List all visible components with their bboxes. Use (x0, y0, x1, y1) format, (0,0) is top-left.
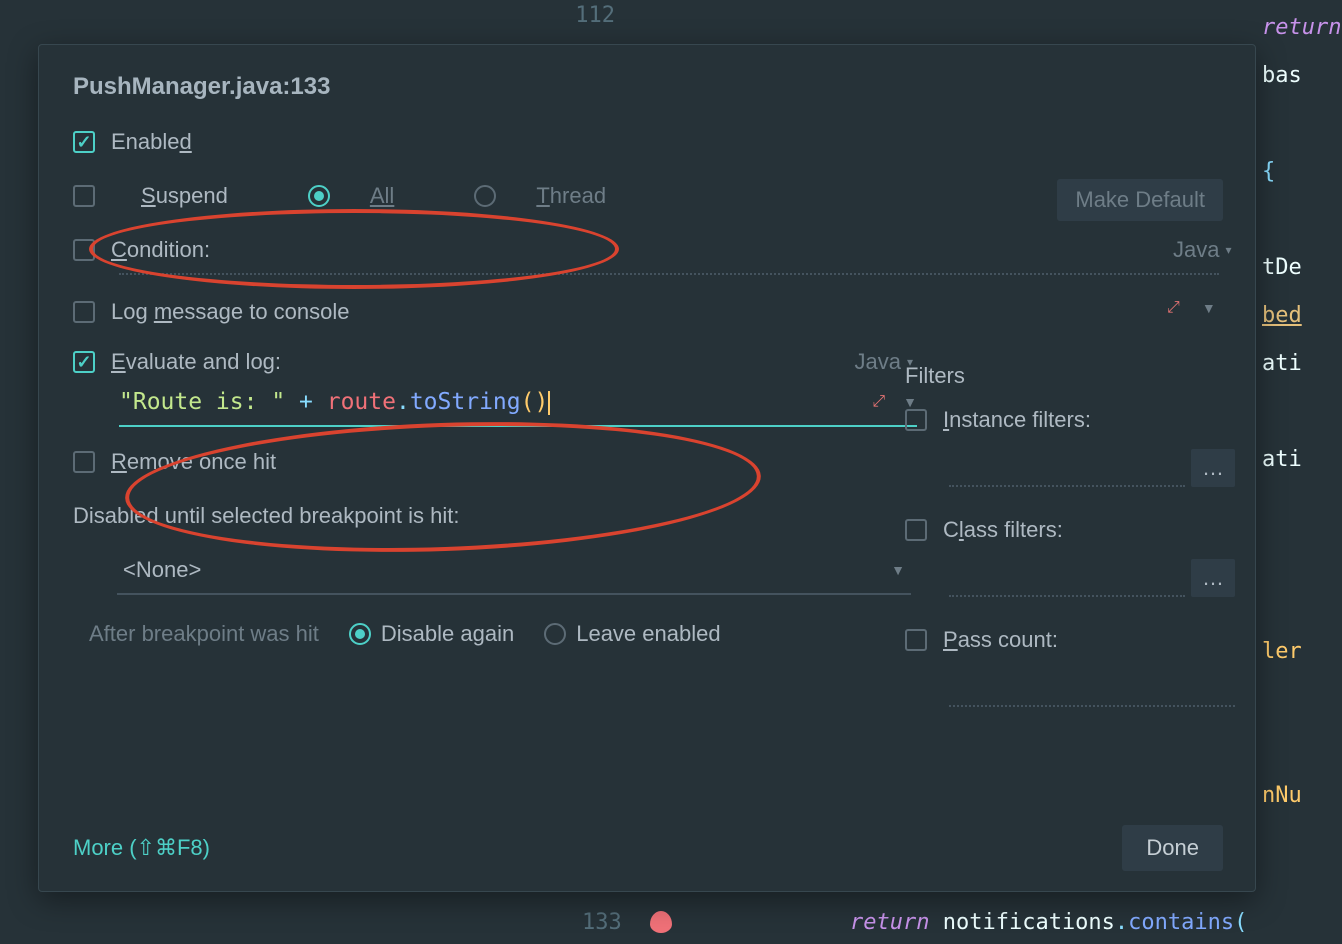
code-brace: { (1262, 159, 1275, 184)
instance-filters-checkbox[interactable] (905, 409, 927, 431)
suspend-label: Suspend (141, 183, 228, 209)
suspend-all-label: All (370, 183, 394, 209)
line-number: 112 (555, 0, 615, 32)
remove-once-hit-label: Remove once hit (111, 449, 276, 475)
instance-filters-label: Instance filters: (943, 407, 1091, 433)
log-message-label: Log message to console (111, 299, 350, 325)
code-type: nNu (1262, 783, 1302, 808)
filters-heading: Filters (905, 363, 1235, 389)
code-line: return notifications.contains( (850, 910, 1247, 935)
code-fn: contains (1128, 910, 1234, 935)
evaluate-log-checkbox[interactable] (73, 351, 95, 373)
disabled-until-select[interactable]: <None> ▼ (117, 547, 911, 595)
class-filters-input[interactable] (949, 557, 1185, 597)
suspend-all-radio[interactable] (308, 185, 330, 207)
evaluate-log-label: Evaluate and log: (111, 349, 281, 375)
code-link: bed (1262, 303, 1302, 328)
code-ident: notifications (943, 910, 1115, 935)
code-ident: tDe (1262, 255, 1302, 280)
instance-filters-browse-button[interactable]: … (1191, 449, 1235, 487)
code-keyword: return (1262, 15, 1341, 40)
condition-lang-selector[interactable]: Java▾ (1173, 237, 1232, 263)
enabled-checkbox[interactable] (73, 131, 95, 153)
breakpoint-icon[interactable] (650, 911, 672, 933)
dialog-title: PushManager.java:133 (73, 73, 1223, 101)
code-ident: ati (1262, 447, 1302, 472)
pass-count-input[interactable] (949, 667, 1235, 707)
disabled-until-value: <None> (123, 557, 201, 583)
pass-count-checkbox[interactable] (905, 629, 927, 651)
pass-count-label: Pass count: (943, 627, 1058, 653)
code-ident: ati (1262, 351, 1302, 376)
make-default-button[interactable]: Make Default (1057, 179, 1223, 221)
remove-once-hit-checkbox[interactable] (73, 451, 95, 473)
suspend-thread-label: Thread (536, 183, 606, 209)
evaluate-expression-input[interactable]: "Route is: " + route.toString() ⤢ ▼ (119, 383, 917, 427)
done-button[interactable]: Done (1122, 825, 1223, 871)
instance-filters-input[interactable] (949, 447, 1185, 487)
class-filters-browse-button[interactable]: … (1191, 559, 1235, 597)
more-link[interactable]: More (⇧⌘F8) (73, 835, 210, 861)
breakpoint-properties-dialog: PushManager.java:133 Enabled Suspend All… (38, 44, 1256, 892)
editor-bottom-line: 133 return notifications.contains( (0, 900, 1342, 944)
disable-again-radio[interactable] (349, 623, 371, 645)
class-filters-checkbox[interactable] (905, 519, 927, 541)
dropdown-icon: ▼ (891, 562, 905, 578)
text-cursor (548, 391, 550, 415)
suspend-checkbox[interactable] (73, 185, 95, 207)
code-ident: bas (1262, 63, 1302, 88)
expand-icon[interactable]: ⤢ (872, 393, 885, 411)
leave-enabled-radio[interactable] (544, 623, 566, 645)
code-type: ler (1262, 639, 1302, 664)
line-number: 133 (582, 910, 622, 935)
evaluate-expression-code: "Route is: " + route.toString() (119, 389, 872, 415)
enabled-label: Enabled (111, 129, 192, 155)
after-hit-label: After breakpoint was hit (89, 621, 319, 647)
leave-enabled-label: Leave enabled (576, 621, 720, 647)
disable-again-label: Disable again (381, 621, 514, 647)
class-filters-label: Class filters: (943, 517, 1063, 543)
condition-label: Condition: (111, 237, 210, 263)
condition-input-underline[interactable] (119, 273, 1219, 275)
condition-checkbox[interactable] (73, 239, 95, 261)
editor-gutter: 112 (555, 0, 625, 32)
suspend-thread-radio[interactable] (474, 185, 496, 207)
code-right-fragment: return databas bas { tDe bed ati ati ler… (1262, 0, 1342, 820)
code-keyword: return (850, 910, 929, 935)
annotation-ellipse (123, 412, 763, 562)
log-message-checkbox[interactable] (73, 301, 95, 323)
